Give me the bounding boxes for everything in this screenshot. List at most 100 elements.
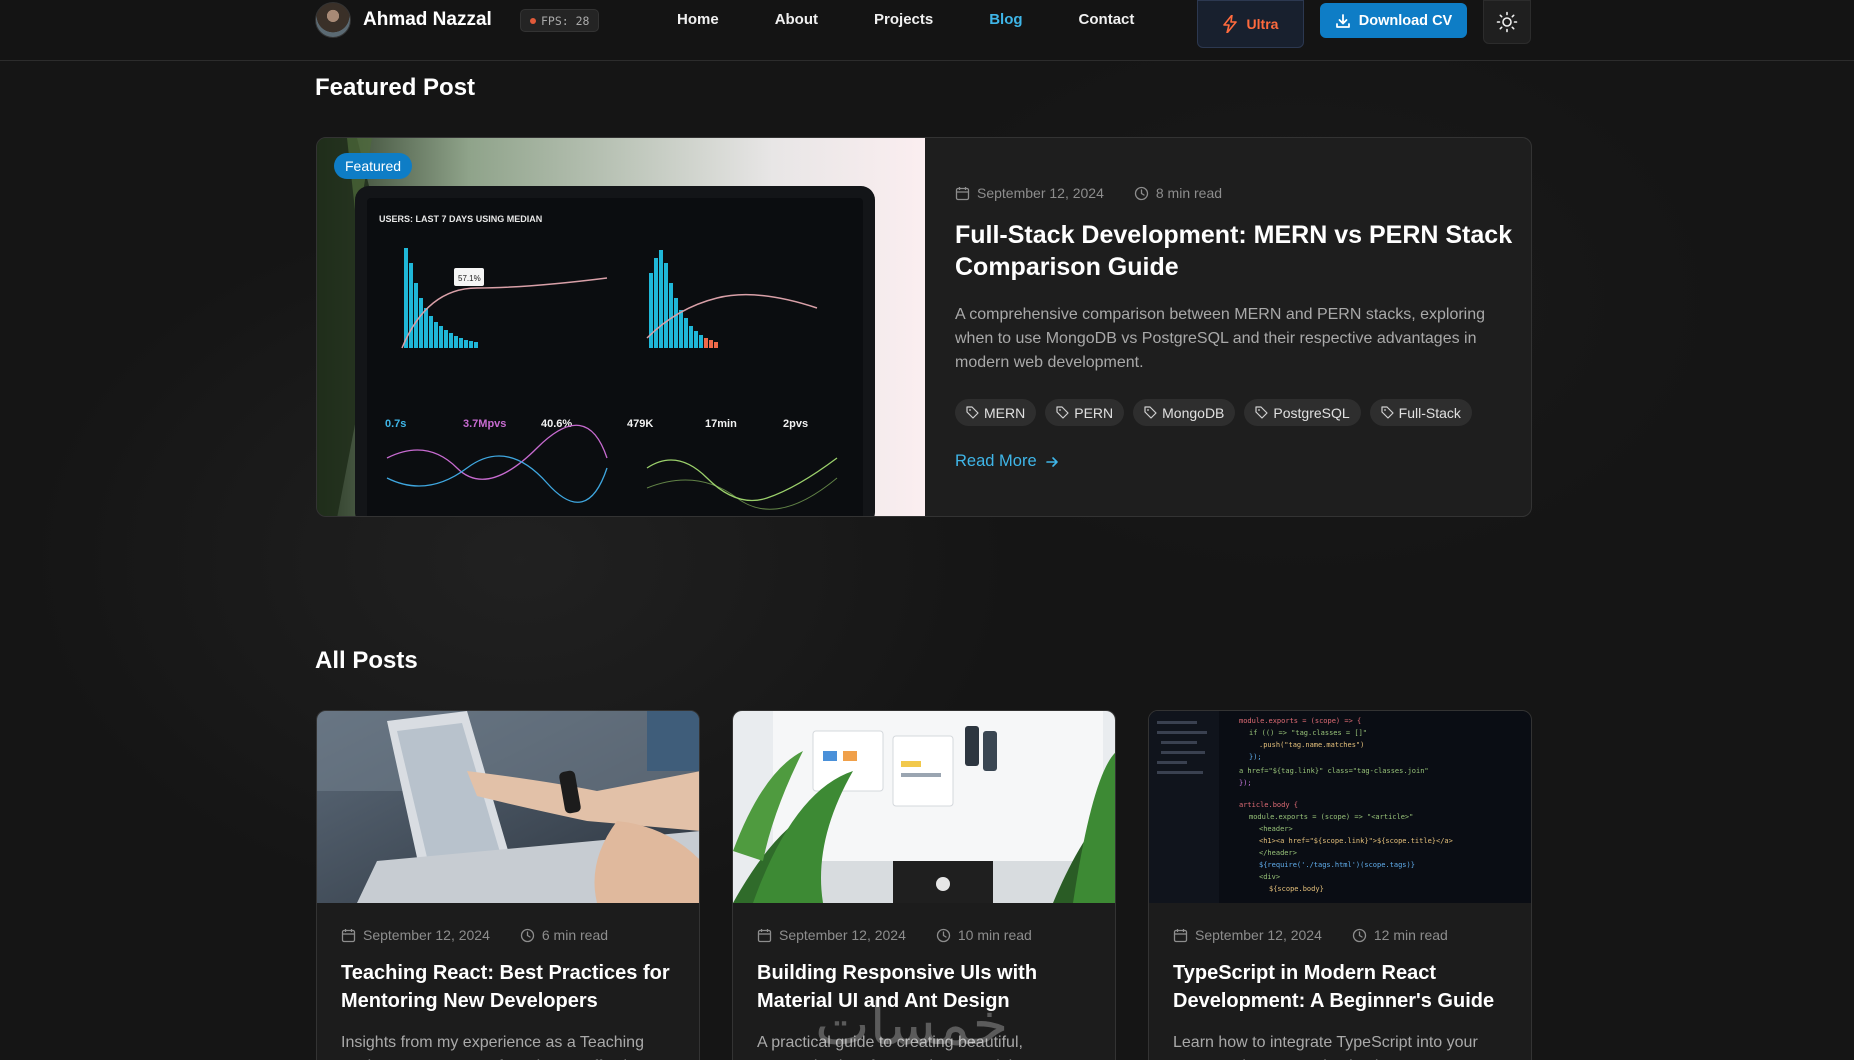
post-card-content: September 12, 2024 12 min read TypeScrip… (1149, 903, 1531, 1060)
post-date: September 12, 2024 (1195, 927, 1322, 943)
svg-text:if (() => "tag.classes = []": if (() => "tag.classes = []" (1249, 729, 1367, 737)
post-meta: September 12, 2024 10 min read (757, 927, 1091, 943)
top-navbar: Ahmad Nazzal FPS: 28 Home About Projects… (0, 0, 1854, 61)
post-image-code-editor: module.exports = (scope) => { if (() => … (1149, 711, 1531, 903)
tag-icon (1144, 406, 1157, 419)
arrow-right-icon (1045, 456, 1058, 467)
tag-full-stack[interactable]: Full-Stack (1369, 399, 1472, 426)
nav-link-blog[interactable]: Blog (989, 11, 1022, 28)
clock-icon (1352, 928, 1367, 942)
tag-label: PostgreSQL (1273, 404, 1350, 421)
dashboard-stat-4: 479K (627, 418, 653, 430)
tag-label: PERN (1074, 404, 1114, 421)
svg-text:.push("tag.name.matches"): .push("tag.name.matches") (1259, 741, 1364, 749)
post-meta: September 12, 2024 6 min read (341, 927, 675, 943)
tag-icon (1255, 406, 1269, 419)
tag-label: MongoDB (1162, 404, 1225, 421)
brand[interactable]: Ahmad Nazzal (315, 2, 492, 38)
post-title[interactable]: Teaching React: Best Practices for Mento… (341, 959, 675, 1015)
featured-post-date: September 12, 2024 (977, 185, 1104, 201)
svg-text:<div>: <div> (1259, 873, 1280, 881)
dashboard-stat-5: 17min (705, 418, 737, 430)
nav-link-contact[interactable]: Contact (1079, 11, 1135, 28)
svg-text:${require('./tags.html')(scope: ${require('./tags.html')(scope.tags)} (1259, 861, 1415, 869)
lightning-icon (1222, 15, 1237, 33)
tag-mern[interactable]: MERN (955, 399, 1037, 426)
read-more-label: Read More (955, 452, 1037, 470)
calendar-icon (955, 186, 970, 200)
theme-toggle-button[interactable] (1483, 0, 1531, 44)
main-menu: Home About Projects Blog Contact (677, 11, 1190, 28)
post-card-content: September 12, 2024 6 min read Teaching R… (317, 903, 699, 1060)
ultra-mode-button[interactable]: Ultra (1197, 0, 1304, 48)
nav-link-home[interactable]: Home (677, 11, 719, 28)
svg-text:</header>: </header> (1259, 849, 1297, 857)
post-image-laptop-hand (317, 711, 699, 903)
avatar (315, 2, 351, 38)
post-meta: September 12, 2024 12 min read (1173, 927, 1507, 943)
download-icon (1335, 13, 1350, 28)
download-cv-label: Download CV (1358, 12, 1453, 29)
dashboard-stat-1: 0.7s (385, 418, 406, 430)
featured-post-description: A comprehensive comparison between MERN … (955, 306, 1486, 371)
clock-icon (1134, 186, 1149, 200)
all-posts-heading: All Posts (315, 647, 418, 674)
post-card[interactable]: September 12, 2024 6 min read Teaching R… (316, 710, 700, 1060)
tag-mongodb[interactable]: MongoDB (1133, 399, 1236, 426)
svg-text:article.body {: article.body { (1239, 801, 1298, 809)
watermark-logo: خمسات (815, 990, 1009, 1058)
tag-label: Full-Stack (1398, 404, 1461, 421)
post-read-time: 10 min read (957, 927, 1032, 943)
svg-text:module.exports = (scope) => {: module.exports = (scope) => { (1239, 717, 1361, 725)
calendar-icon (757, 928, 772, 942)
featured-post-title[interactable]: Full-Stack Development: MERN vs PERN Sta… (955, 219, 1515, 283)
dashboard-stat-3: 40.6% (541, 418, 572, 430)
clock-icon (936, 928, 951, 942)
sun-icon (1496, 11, 1518, 33)
dashboard-stat-6: 2pvs (783, 418, 808, 430)
calendar-icon (341, 928, 356, 942)
tag-postgresql[interactable]: PostgreSQL (1244, 399, 1361, 426)
post-date: September 12, 2024 (363, 927, 490, 943)
post-date: September 12, 2024 (779, 927, 906, 943)
post-title[interactable]: TypeScript in Modern React Development: … (1173, 959, 1507, 1015)
post-read-time: 12 min read (1373, 927, 1448, 943)
tag-icon (1381, 406, 1394, 419)
nav-link-projects[interactable]: Projects (874, 11, 933, 28)
post-card[interactable]: module.exports = (scope) => { if (() => … (1148, 710, 1532, 1060)
dashboard-tooltip-text: 57.1% (458, 274, 481, 283)
read-more-link[interactable]: Read More (955, 452, 1515, 471)
tag-label: MERN (984, 404, 1026, 421)
download-cv-button[interactable]: Download CV (1320, 3, 1467, 38)
dashboard-stat-2: 3.7Mpvs (463, 418, 506, 430)
fps-status-dot (530, 17, 536, 24)
brand-name: Ahmad Nazzal (363, 9, 492, 30)
svg-text:});: }); (1239, 779, 1252, 787)
tag-icon (1056, 406, 1069, 419)
featured-post-read-time: 8 min read (1155, 185, 1223, 201)
post-description: Learn how to integrate TypeScript into y… (1173, 1034, 1478, 1060)
post-read-time: 6 min read (541, 927, 609, 943)
featured-post-content: September 12, 2024 8 min read Full-Stack… (955, 138, 1515, 471)
ultra-label: Ultra (1246, 16, 1279, 32)
svg-text:${scope.body}: ${scope.body} (1269, 885, 1324, 893)
fps-counter: FPS: 28 (520, 9, 600, 32)
tag-icon (966, 406, 979, 419)
featured-section-heading: Featured Post (315, 74, 476, 101)
svg-text:module.exports = (scope) => "<: module.exports = (scope) => "<article>" (1249, 813, 1413, 821)
svg-text:});: }); (1249, 753, 1262, 761)
nav-link-about[interactable]: About (775, 11, 818, 28)
featured-post-meta: September 12, 2024 8 min read (955, 185, 1515, 201)
featured-post-tags: MERN PERN MongoDB PostgreSQL Full-Stack (955, 399, 1515, 426)
post-image-monitor-plant (733, 711, 1115, 903)
featured-post-image: USERS: LAST 7 DAYS USING MEDIAN 57.1% 0. (317, 138, 925, 516)
svg-text:<header>: <header> (1259, 825, 1293, 833)
featured-post-card[interactable]: USERS: LAST 7 DAYS USING MEDIAN 57.1% 0. (316, 137, 1532, 517)
svg-text:<h1><a href="${scope.link}">${: <h1><a href="${scope.link}">${scope.titl… (1259, 837, 1453, 845)
tag-pern[interactable]: PERN (1045, 399, 1125, 426)
calendar-icon (1173, 928, 1188, 942)
clock-icon (520, 928, 535, 942)
post-description: Insights from my experience as a Teachin… (341, 1034, 644, 1060)
svg-text:a href="${tag.link}" class="ta: a href="${tag.link}" class="tag-classes.… (1239, 767, 1429, 775)
dashboard-header-text: USERS: LAST 7 DAYS USING MEDIAN (379, 214, 542, 224)
